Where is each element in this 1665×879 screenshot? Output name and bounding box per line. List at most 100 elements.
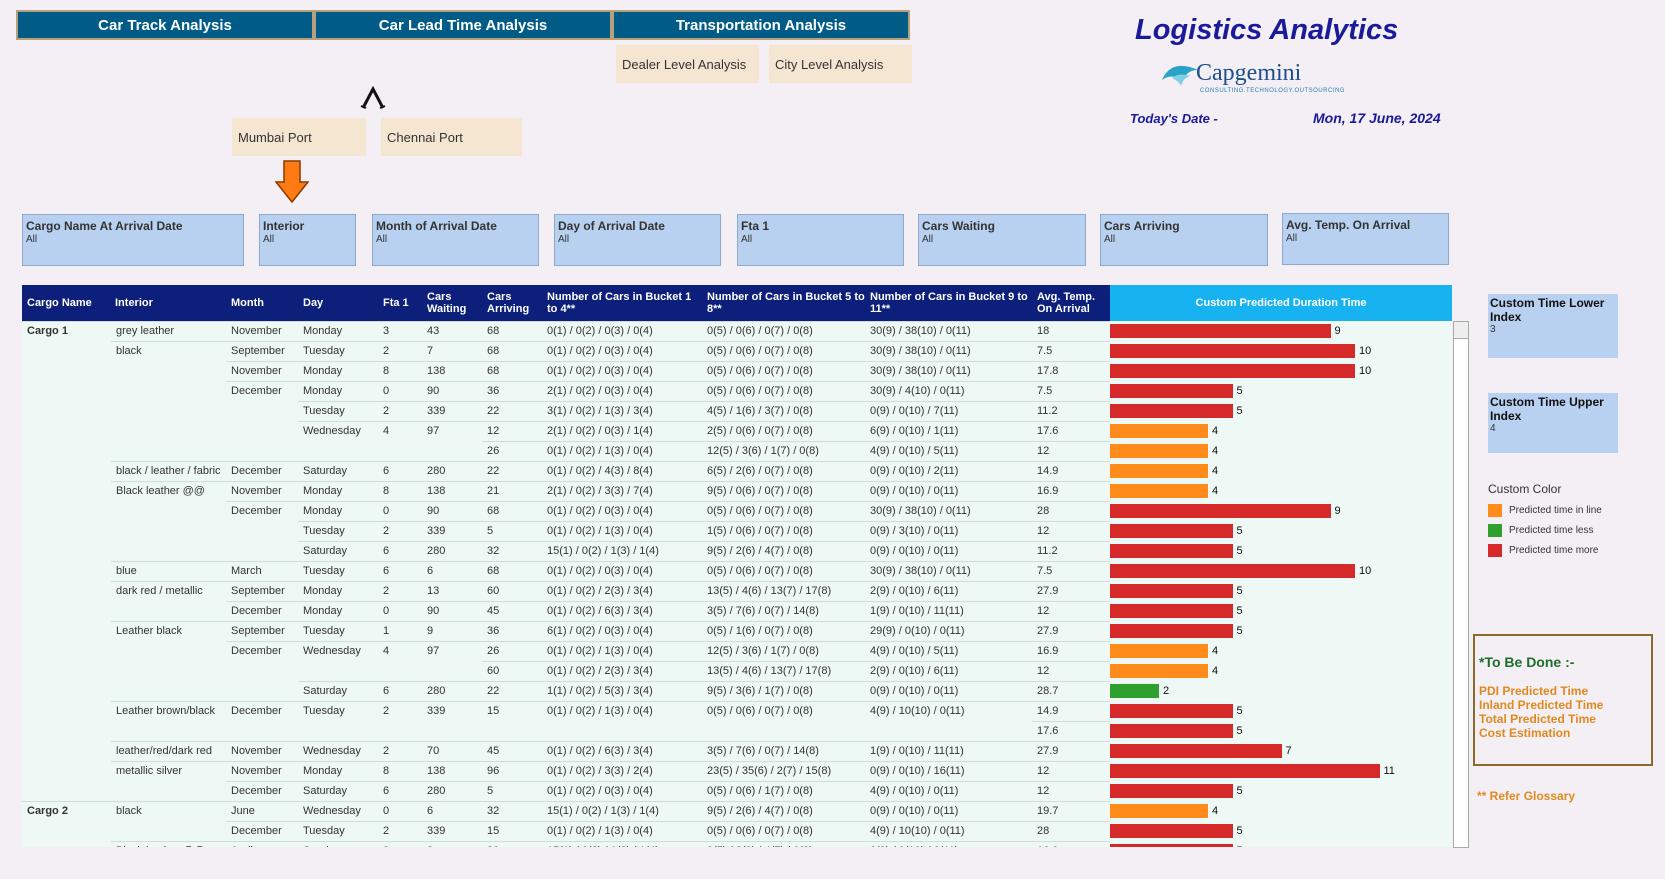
custom-time-upper-index[interactable]: Custom Time Upper Index 4 xyxy=(1488,393,1618,453)
city-level-analysis-button[interactable]: City Level Analysis xyxy=(769,45,912,83)
cell-month: December xyxy=(231,465,282,477)
table-row[interactable]: black September Tuesday 2 7 68 0(1) / 0(2) / 0… xyxy=(22,341,1452,361)
dealer-level-analysis-button[interactable]: Dealer Level Analysis xyxy=(616,45,759,83)
table-row[interactable]: Black leather @@ April Sunday 22 32 15(1) / 0… xyxy=(22,841,1452,847)
table-row[interactable]: Leather brown/black December Tuesday 2 339 15… xyxy=(22,701,1452,721)
nav-transportation-analysis[interactable]: Transportation Analysis xyxy=(612,10,910,40)
duration-bar[interactable] xyxy=(1110,744,1282,758)
table-row[interactable]: December Wednesday 4 97 26 0(1) / 0(2) / 1(3)… xyxy=(22,641,1452,661)
duration-bar[interactable] xyxy=(1110,644,1208,658)
table-row[interactable]: December Saturday 6 280 5 0(1) / 0(2) / 0(3) … xyxy=(22,781,1452,801)
duration-bar[interactable] xyxy=(1110,324,1331,338)
filter-month[interactable]: Month of Arrival Date All xyxy=(372,214,539,266)
table-row[interactable]: black / leather / fabric December Saturday… xyxy=(22,461,1452,481)
duration-bar[interactable] xyxy=(1110,464,1208,478)
table-row[interactable]: Saturday 6 280 32 15(1) / 0(2) / 1(3) / 1(4)… xyxy=(22,541,1452,561)
cell-temp: 12 xyxy=(1037,525,1050,537)
cell-cargo xyxy=(27,581,110,601)
cell-b9: 30(9) / 38(10) / 0(11) xyxy=(870,325,971,337)
cell-month: September xyxy=(231,625,285,637)
filter-cars-waiting[interactable]: Cars Waiting All xyxy=(918,214,1086,266)
duration-bar[interactable] xyxy=(1110,424,1208,438)
duration-bar[interactable] xyxy=(1110,584,1233,598)
filter-fta1[interactable]: Fta 1 All xyxy=(737,214,904,266)
table-row[interactable]: leather/red/dark red November Wednesday 2 70… xyxy=(22,741,1452,761)
table-scrollbar[interactable] xyxy=(1453,321,1469,848)
table-row[interactable]: Tuesday 2 339 22 3(1) / 0(2) / 1(3) / 3(4) 4(… xyxy=(22,401,1452,421)
duration-bar[interactable] xyxy=(1110,524,1233,538)
duration-bar[interactable] xyxy=(1110,784,1233,798)
chennai-port-button[interactable]: Chennai Port xyxy=(381,118,522,156)
legend-item-less[interactable]: Predicted time less xyxy=(1488,520,1658,540)
table-row[interactable]: Leather black September Tuesday 1 9 36 6(1) / … xyxy=(22,621,1452,641)
duration-bar[interactable] xyxy=(1110,384,1233,398)
duration-bar-label: 10 xyxy=(1359,365,1372,377)
mumbai-port-button[interactable]: Mumbai Port xyxy=(232,118,366,156)
duration-bar[interactable] xyxy=(1110,804,1208,818)
cell-day: Tuesday xyxy=(303,345,345,357)
table-row[interactable]: 60 0(1) / 0(2) / 2(3) / 3(4) 13(5) / 4(6) … xyxy=(22,661,1452,681)
legend-item-more[interactable]: Predicted time more xyxy=(1488,540,1658,560)
duration-bar[interactable] xyxy=(1110,844,1233,847)
duration-bar[interactable] xyxy=(1110,504,1331,518)
header-bucket-5-8: Number of Cars in Bucket 5 to 8** xyxy=(707,291,865,315)
duration-bar[interactable] xyxy=(1110,484,1208,498)
duration-bar[interactable] xyxy=(1110,764,1380,778)
nav-car-lead-time-analysis[interactable]: Car Lead Time Analysis xyxy=(314,10,612,40)
table-row[interactable]: Tuesday 2 339 5 0(1) / 0(2) / 1(3) / 0(4) 1(5… xyxy=(22,521,1452,541)
table-row[interactable]: Cargo 1 grey leather November Monday 3 43 68 0(… xyxy=(22,321,1452,341)
table-row[interactable]: December Monday 0 90 36 2(1) / 0(2) / 0(3) / … xyxy=(22,381,1452,401)
table-row[interactable]: blue March Tuesday 6 6 68 0(1) / 0(2) / 0(3) /… xyxy=(22,561,1452,581)
duration-bar[interactable] xyxy=(1110,604,1233,618)
table-row[interactable]: December Tuesday 2 339 15 0(1) / 0(2) / 1(3) … xyxy=(22,821,1452,841)
filter-day[interactable]: Day of Arrival Date All xyxy=(554,214,721,266)
table-row[interactable]: December Monday 0 90 45 0(1) / 0(2) / 6(3) / … xyxy=(22,601,1452,621)
duration-bar[interactable] xyxy=(1110,564,1355,578)
cell-month: June xyxy=(231,805,255,817)
table-row[interactable]: December Monday 0 90 68 0(1) / 0(2) / 0(3) / … xyxy=(22,501,1452,521)
duration-bar[interactable] xyxy=(1110,364,1355,378)
nav-car-track-analysis[interactable]: Car Track Analysis xyxy=(16,10,314,40)
duration-bar[interactable] xyxy=(1110,724,1233,738)
duration-bar[interactable] xyxy=(1110,684,1159,698)
cell-fta: 2 xyxy=(383,405,390,417)
cell-b1: 0(1) / 0(2) / 0(3) / 0(4) xyxy=(547,365,653,377)
cell-interior: black xyxy=(116,805,142,817)
cell-b1: 0(1) / 0(2) / 0(3) / 0(4) xyxy=(547,565,653,577)
duration-bar[interactable] xyxy=(1110,664,1208,678)
table-row[interactable]: 26 0(1) / 0(2) / 1(3) / 0(4) 12(5) / 3(6) … xyxy=(22,441,1452,461)
duration-bar[interactable] xyxy=(1110,624,1233,638)
table-row[interactable]: 17.6 5 xyxy=(22,721,1452,741)
refer-glossary-link[interactable]: ** Refer Glossary xyxy=(1477,789,1575,803)
cell-cargo xyxy=(27,761,110,781)
scrollbar-thumb[interactable] xyxy=(1454,322,1468,339)
filter-avg-temp[interactable]: Avg. Temp. On Arrival All xyxy=(1282,213,1449,265)
duration-bar[interactable] xyxy=(1110,824,1233,838)
duration-bar[interactable] xyxy=(1110,704,1233,718)
filter-cars-arriving[interactable]: Cars Arriving All xyxy=(1100,214,1268,266)
cell-b1: 0(1) / 0(2) / 1(3) / 0(4) xyxy=(547,705,653,717)
table-row[interactable]: dark red / metallic September Monday 2 13 60 0… xyxy=(22,581,1452,601)
cell-interior: Black leather @@ xyxy=(116,485,205,497)
filter-interior[interactable]: Interior All xyxy=(259,214,356,266)
table-row[interactable]: Black leather @@ November Monday 8 138 21 2(1)… xyxy=(22,481,1452,501)
cell-arriving: 26 xyxy=(487,645,500,657)
filter-cargo-name[interactable]: Cargo Name At Arrival Date All xyxy=(22,214,244,266)
cell-temp: 14.9 xyxy=(1037,705,1059,717)
cell-day: Tuesday xyxy=(303,625,345,637)
duration-bar[interactable] xyxy=(1110,544,1233,558)
custom-time-lower-index[interactable]: Custom Time Lower Index 3 xyxy=(1488,294,1618,358)
duration-bar[interactable] xyxy=(1110,444,1208,458)
filter-value: All xyxy=(376,234,388,245)
duration-bar[interactable] xyxy=(1110,404,1233,418)
cell-waiting: 6 xyxy=(427,805,434,817)
table-row[interactable]: Saturday 6 280 22 1(1) / 0(2) / 5(3) / 3(4) 9… xyxy=(22,681,1452,701)
table-row[interactable]: metallic silver November Monday 8 138 96 0(1) … xyxy=(22,761,1452,781)
cell-temp: 11.2 xyxy=(1037,405,1058,417)
table-row[interactable]: November Monday 8 138 68 0(1) / 0(2) / 0(3) /… xyxy=(22,361,1452,381)
legend-item-in-line[interactable]: Predicted time in line xyxy=(1488,500,1658,520)
table-row[interactable]: Cargo 2 black June Wednesday 0 6 32 15(1) / 0(2… xyxy=(22,801,1452,821)
duration-bar[interactable] xyxy=(1110,344,1355,358)
cell-b5: 9(5) / 2(6) / 4(7) / 0(8) xyxy=(707,545,813,557)
table-row[interactable]: Wednesday 4 97 12 2(1) / 0(2) / 0(3) / 1(4) 2… xyxy=(22,421,1452,441)
